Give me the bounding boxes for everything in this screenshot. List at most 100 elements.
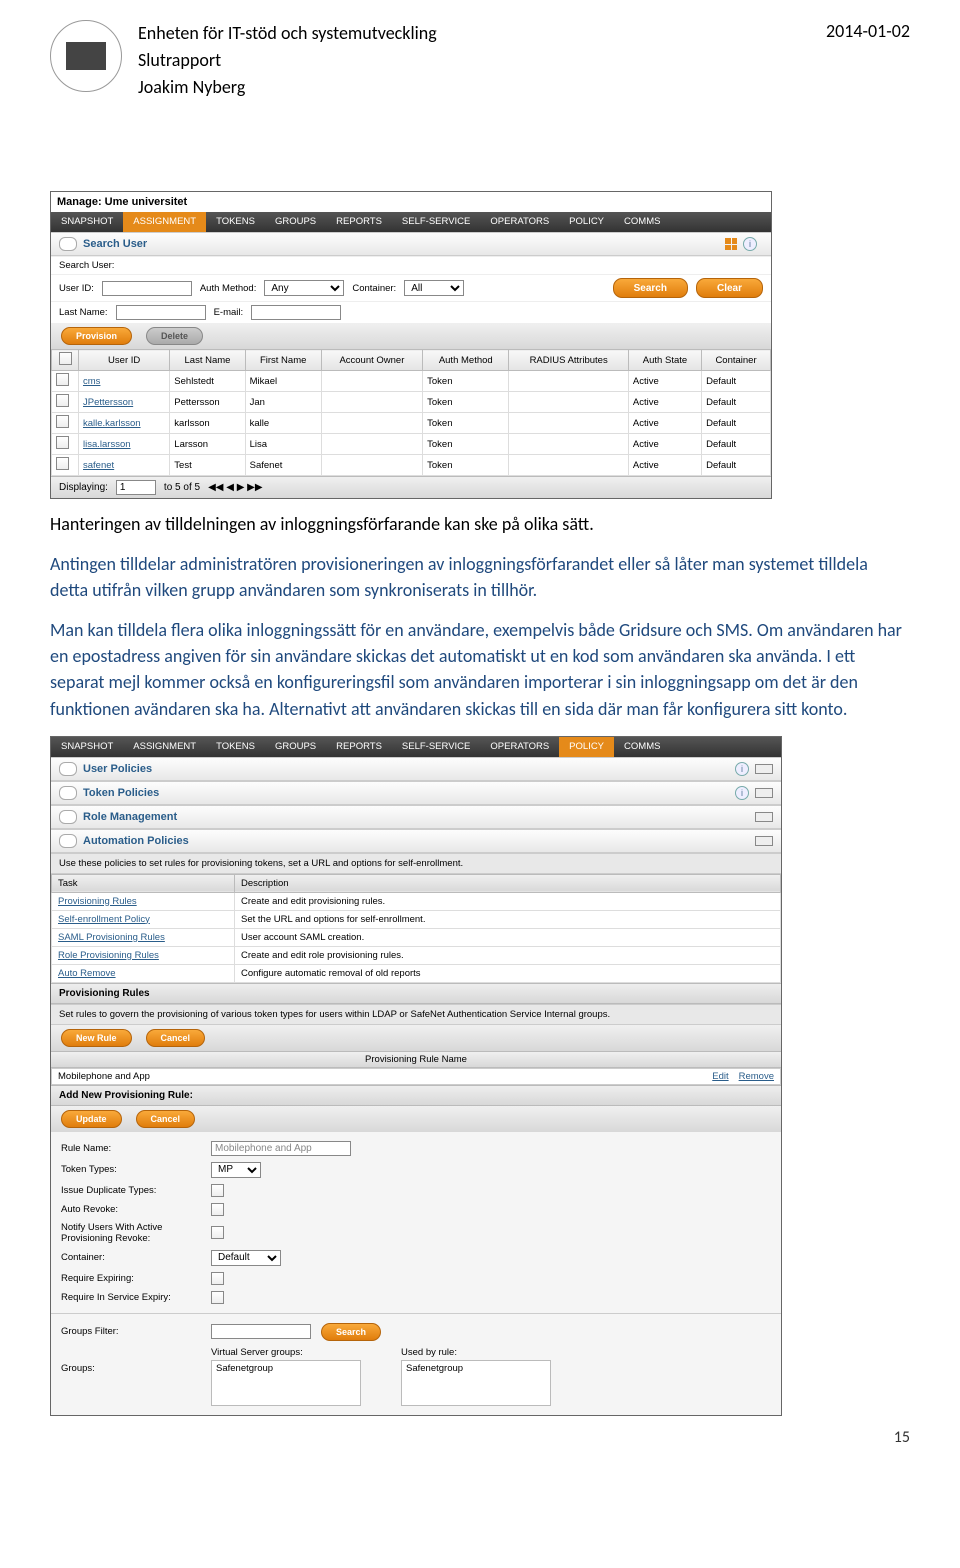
provisioning-rules-desc: Set rules to govern the provisioning of … (51, 1004, 781, 1025)
section-icon (59, 762, 77, 776)
rule-name-label: Rule Name: (61, 1143, 211, 1154)
task-link[interactable]: SAML Provisioning Rules (58, 932, 165, 943)
nav-tab-comms[interactable]: COMMS (614, 212, 670, 232)
edit-link[interactable]: Edit (712, 1071, 728, 1082)
info-icon[interactable]: i (735, 786, 749, 800)
nav-tab-operators[interactable]: OPERATORS (480, 212, 559, 232)
doc-type: Slutrapport (138, 47, 437, 74)
manage-title: Manage: Ume universitet (51, 192, 771, 212)
user-id-link[interactable]: cms (83, 376, 100, 387)
paragraph-1: Hanteringen av tilldelningen av inloggni… (50, 511, 910, 537)
table-row: kalle.karlssonkarlssonkalleTokenActiveDe… (52, 413, 771, 434)
grid-icon[interactable] (725, 238, 737, 250)
info-icon[interactable]: i (735, 762, 749, 776)
groups-filter-input[interactable] (211, 1324, 311, 1339)
auto-revoke-checkbox[interactable] (211, 1203, 224, 1216)
col-2: Last Name (170, 350, 245, 371)
row-checkbox[interactable] (56, 373, 69, 386)
token-types-label: Token Types: (61, 1164, 211, 1175)
task-row: Provisioning RulesCreate and edit provis… (52, 892, 781, 910)
pager-from-input[interactable] (116, 480, 156, 495)
cancel-button[interactable]: Cancel (146, 1029, 206, 1047)
task-link[interactable]: Provisioning Rules (58, 896, 137, 907)
vs-groups-list[interactable]: Safenetgroup (211, 1360, 361, 1406)
toggle-icon[interactable] (755, 836, 773, 846)
row-checkbox[interactable] (56, 457, 69, 470)
nav-tab-snapshot[interactable]: SNAPSHOT (51, 212, 123, 232)
nav-tab-tokens[interactable]: TOKENS (206, 212, 265, 232)
nav-tab-assignment[interactable]: ASSIGNMENT (123, 737, 206, 757)
nav-tab-operators[interactable]: OPERATORS (480, 737, 559, 757)
provision-button[interactable]: Provision (61, 327, 132, 345)
auth-method-select[interactable]: Any (264, 280, 344, 296)
req-service-checkbox[interactable] (211, 1291, 224, 1304)
task-link[interactable]: Auto Remove (58, 968, 116, 979)
task-link[interactable]: Self-enrollment Policy (58, 914, 150, 925)
task-link[interactable]: Role Provisioning Rules (58, 950, 159, 961)
user-id-link[interactable]: lisa.larsson (83, 439, 131, 450)
token-types-select[interactable]: MP (211, 1162, 261, 1178)
email-input[interactable] (251, 305, 341, 320)
header-date: 2014-01-02 (826, 20, 910, 42)
section-icon (59, 237, 77, 251)
delete-button[interactable]: Delete (146, 327, 203, 345)
pager-displaying: Displaying: (59, 482, 108, 493)
org-line: Enheten för IT-stöd och systemutveckling (138, 20, 437, 47)
new-rule-button[interactable]: New Rule (61, 1029, 132, 1047)
last-name-input[interactable] (116, 305, 206, 320)
add-rule-title: Add New Provisioning Rule: (51, 1085, 781, 1106)
nav-tab-reports[interactable]: REPORTS (326, 737, 392, 757)
container2-select[interactable]: Default (211, 1250, 281, 1266)
nav-tab-assignment[interactable]: ASSIGNMENT (123, 212, 206, 232)
nav-tab-groups[interactable]: GROUPS (265, 212, 326, 232)
req-expiring-checkbox[interactable] (211, 1272, 224, 1285)
rule-name-input[interactable] (211, 1141, 351, 1156)
cancel-button-2[interactable]: Cancel (136, 1110, 196, 1128)
col-description: Description (235, 874, 781, 892)
issue-duplicate-checkbox[interactable] (211, 1184, 224, 1197)
notify-users-checkbox[interactable] (211, 1226, 224, 1239)
task-row: SAML Provisioning RulesUser account SAML… (52, 928, 781, 946)
select-all-checkbox[interactable] (59, 352, 72, 365)
clear-button[interactable]: Clear (696, 278, 763, 298)
search-button[interactable]: Search (613, 278, 688, 298)
row-checkbox[interactable] (56, 436, 69, 449)
nav-tab-snapshot[interactable]: SNAPSHOT (51, 737, 123, 757)
user-id-input[interactable] (102, 281, 192, 296)
nav-tab-self-service[interactable]: SELF-SERVICE (392, 212, 480, 232)
user-id-link[interactable]: kalle.karlsson (83, 418, 141, 429)
toggle-icon[interactable] (755, 764, 773, 774)
pager-arrows[interactable]: ◀◀ ◀ ▶ ▶▶ (208, 482, 262, 493)
body-text: Hanteringen av tilldelningen av inloggni… (50, 511, 910, 722)
nav-tab-groups[interactable]: GROUPS (265, 737, 326, 757)
auth-method-label: Auth Method: (200, 283, 257, 294)
groups-label: Groups: (61, 1347, 211, 1374)
col-task: Task (52, 874, 235, 892)
section-icon (59, 786, 77, 800)
header-text: Enheten för IT-stöd och systemutveckling… (138, 20, 437, 101)
info-icon[interactable]: i (743, 237, 757, 251)
nav-tab-policy[interactable]: POLICY (559, 212, 614, 232)
toggle-icon[interactable] (755, 812, 773, 822)
groups-search-button[interactable]: Search (321, 1323, 381, 1341)
nav-tab-tokens[interactable]: TOKENS (206, 737, 265, 757)
table-row: JPetterssonPetterssonJanTokenActiveDefau… (52, 392, 771, 413)
user-id-link[interactable]: safenet (83, 460, 114, 471)
pager-range: to 5 of 5 (164, 482, 200, 493)
user-policies-title: User Policies (83, 763, 735, 775)
remove-link[interactable]: Remove (739, 1071, 774, 1082)
task-row: Self-enrollment PolicySet the URL and op… (52, 910, 781, 928)
nav-tab-self-service[interactable]: SELF-SERVICE (392, 737, 480, 757)
container-select[interactable]: All (404, 280, 464, 296)
row-checkbox[interactable] (56, 415, 69, 428)
used-by-list[interactable]: Safenetgroup (401, 1360, 551, 1406)
nav-tab-comms[interactable]: COMMS (614, 737, 670, 757)
toggle-icon[interactable] (755, 788, 773, 798)
search-user-label: Search User: (59, 260, 114, 271)
update-button[interactable]: Update (61, 1110, 122, 1128)
req-expiring-label: Require Expiring: (61, 1273, 211, 1284)
user-id-link[interactable]: JPettersson (83, 397, 133, 408)
nav-tab-reports[interactable]: REPORTS (326, 212, 392, 232)
row-checkbox[interactable] (56, 394, 69, 407)
nav-tab-policy[interactable]: POLICY (559, 737, 614, 757)
